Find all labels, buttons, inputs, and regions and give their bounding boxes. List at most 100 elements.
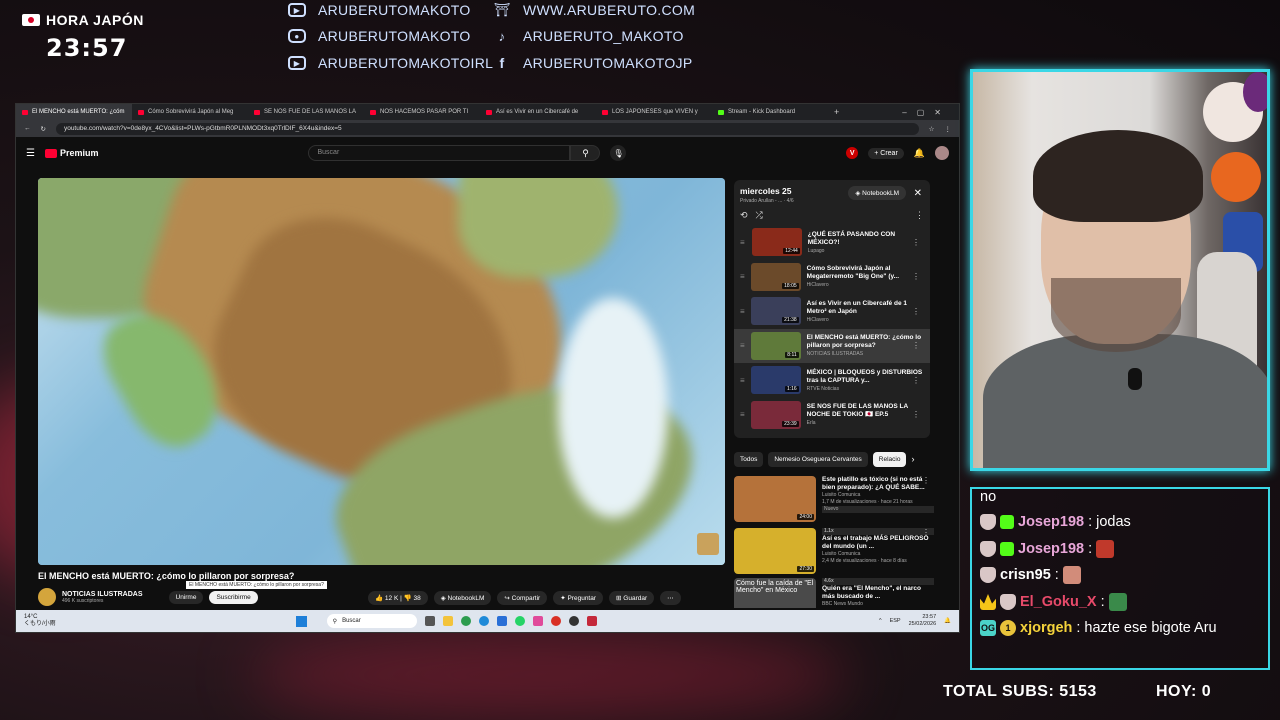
more-icon[interactable]: ⋮: [912, 272, 920, 281]
create-button[interactable]: + Crear: [868, 147, 904, 159]
store-icon[interactable]: [496, 616, 507, 626]
loop-icon[interactable]: ⟲: [740, 210, 748, 221]
url-field[interactable]: youtube.com/watch?v=0de8yx_4CVo&list=PLW…: [55, 122, 919, 135]
more-icon[interactable]: ⋮: [915, 210, 924, 221]
browser-window: El MENCHO está MUERTO: ¿cóm Cómo Sobrevi…: [15, 103, 960, 633]
obs-icon[interactable]: [568, 616, 579, 626]
windows-start-icon[interactable]: [295, 615, 307, 627]
more-icon[interactable]: ⋮: [922, 528, 930, 537]
avatar[interactable]: [935, 146, 949, 160]
taskbar-search[interactable]: ⚲ Buscar: [326, 614, 417, 628]
person-beard: [1051, 278, 1181, 352]
playlist-item[interactable]: ≡ 23:39 SE NOS FUE DE LAS MANOS LA NOCHE…: [740, 398, 924, 433]
ask-button[interactable]: ✦ Preguntar: [553, 591, 604, 605]
playlist-item[interactable]: ≡ 21:38 Así es Vivir en un Cibercafé de …: [740, 294, 924, 329]
subscriber-count: 496 K suscriptores: [62, 597, 104, 604]
drag-handle-icon[interactable]: ≡: [740, 238, 746, 247]
close-icon[interactable]: ✕: [914, 188, 922, 199]
more-icon[interactable]: ⋮: [912, 238, 920, 247]
emote-icon: [1108, 593, 1127, 611]
chat-message: crisn95:: [980, 566, 1081, 584]
drag-handle-icon[interactable]: ≡: [740, 410, 745, 419]
social-youtube: ▶ ARUBERUTOMAKOTO: [288, 2, 471, 18]
youtube-icon: [22, 109, 28, 115]
search-icon[interactable]: ⚲: [570, 145, 601, 161]
reload-icon[interactable]: ↻: [41, 125, 46, 133]
chat-message: Josep198:: [980, 540, 1115, 558]
chrome-icon[interactable]: [550, 616, 561, 626]
tab-tokio[interactable]: SE NOS FUE DE LAS MANOS LA: [248, 104, 364, 120]
back-icon[interactable]: ←: [24, 125, 31, 132]
v-badge-icon[interactable]: V: [846, 147, 859, 159]
notebooklm-button[interactable]: ◈ NotebookLM: [433, 591, 492, 605]
youtube-logo[interactable]: Premium: [44, 148, 98, 158]
more-icon[interactable]: ⋮: [912, 376, 920, 385]
window-controls[interactable]: –▢✕: [902, 108, 959, 117]
tab-pasar[interactable]: NOS HACEMOS PASAR POR TI: [364, 104, 480, 120]
social-youtube-irl: ▶ ARUBERUTOMAKOTOIRL: [288, 55, 493, 71]
tab-japon[interactable]: Cómo Sobrevivirá Japón al Meg: [132, 104, 248, 120]
whatsapp-icon[interactable]: [514, 616, 525, 626]
search-input[interactable]: Buscar: [308, 145, 571, 161]
recommended-video[interactable]: 27:30 1.1x Así es el trabajo MÁS PELIGRO…: [734, 528, 934, 574]
drag-handle-icon[interactable]: ≡: [740, 376, 745, 385]
drag-handle-icon[interactable]: ≡: [740, 341, 745, 350]
more-icon[interactable]: ⋮: [922, 476, 930, 485]
new-tab-icon[interactable]: +: [834, 107, 839, 117]
more-icon[interactable]: ⋮: [912, 410, 920, 419]
tab-mencho[interactable]: El MENCHO está MUERTO: ¿cóm: [16, 104, 132, 120]
playlist-thumb: 8:11: [750, 331, 801, 360]
more-icon[interactable]: ⋮: [912, 341, 920, 350]
subscribe-button[interactable]: Suscribirme: [209, 590, 258, 604]
drag-handle-icon[interactable]: ≡: [740, 307, 745, 316]
star-icon[interactable]: ☆: [929, 125, 935, 133]
chrome-icon[interactable]: [460, 616, 471, 626]
notebooklm-button[interactable]: ◈ NotebookLM: [848, 186, 906, 200]
video-actions: 👍 12 K | 👎 38 ◈ NotebookLM ↪ Compartir ✦…: [368, 591, 681, 605]
chip-todos[interactable]: Todos: [734, 452, 764, 467]
playlist-item[interactable]: ≡ 1:16 MÉXICO | BLOQUEOS y DISTURBIOS tr…: [740, 363, 924, 398]
chevron-right-icon[interactable]: ›: [911, 452, 914, 467]
gift-badge-icon: [1000, 542, 1014, 556]
recommended-video[interactable]: Cómo fue la caída de "El Mencho" en Méxi…: [734, 578, 934, 608]
rec-thumb: Cómo fue la caída de "El Mencho" en Méxi…: [734, 578, 816, 608]
channel-avatar[interactable]: [38, 588, 56, 606]
app-icon[interactable]: [532, 616, 543, 626]
taskview-icon[interactable]: [424, 616, 435, 626]
more-icon[interactable]: ⋯: [660, 591, 681, 605]
playlist-item[interactable]: ≡ 12:44 ¿QUÉ ESTÁ PASANDO CON MÉXICO?! Lu…: [740, 225, 924, 260]
shuffle-icon[interactable]: ⤮: [756, 210, 763, 221]
map-land: [558, 298, 668, 518]
mic-icon[interactable]: 🎙: [610, 145, 627, 161]
tab-kick[interactable]: Stream - Kick Dashboard: [712, 104, 828, 120]
recommended-video[interactable]: 24:00 Este platillo es tóxico (si no est…: [734, 476, 934, 522]
tab-cibercafe[interactable]: Así es Vivir en un Cibercafé de: [480, 104, 596, 120]
join-button[interactable]: Unirme: [168, 590, 204, 604]
channel-name[interactable]: NOTICIAS ILUSTRADAS: [62, 591, 143, 598]
more-icon[interactable]: ⋮: [912, 307, 920, 316]
bell-icon[interactable]: 🔔: [914, 148, 925, 159]
menu-icon[interactable]: ☰: [26, 148, 35, 159]
youtube-icon: [254, 109, 260, 115]
share-button[interactable]: ↪ Compartir: [497, 591, 548, 605]
chat-box: no Josep198: jodas Josep198: crisn95: El…: [970, 487, 1270, 670]
notification-icon[interactable]: 🔔: [944, 618, 951, 624]
video-player[interactable]: [38, 178, 725, 565]
drag-handle-icon[interactable]: ≡: [740, 272, 745, 281]
weather-widget[interactable]: 14°C くもり/小雨: [16, 614, 56, 628]
playlist-item-current[interactable]: ≡ 8:11 El MENCHO está MUERTO: ¿cómo lo p…: [734, 328, 930, 363]
folder-icon[interactable]: [442, 616, 453, 626]
system-tray: ^ ESP 23:57 25/02/2026 🔔: [879, 614, 951, 627]
address-bar: ← ↻ youtube.com/watch?v=0de8yx_4CVo&list…: [16, 120, 959, 137]
chevron-up-icon[interactable]: ^: [879, 618, 882, 624]
chip-nemesio[interactable]: Nemesio Oseguera Cervantes: [768, 452, 868, 467]
playlist-item[interactable]: ≡ 18:05 Cómo Sobrevivirá Japón al Megate…: [740, 260, 924, 295]
save-button[interactable]: ⊞ Guardar: [609, 591, 655, 605]
japan-flag-icon: [22, 14, 40, 26]
edge-icon[interactable]: [478, 616, 489, 626]
app-icon[interactable]: [586, 616, 597, 626]
chip-relacionados[interactable]: Relacio: [872, 452, 907, 467]
tab-japoneses[interactable]: LOS JAPONESES que VIVEN y: [596, 104, 712, 120]
like-button[interactable]: 👍 12 K | 👎 38: [368, 591, 428, 605]
extensions-icon[interactable]: ⋮: [945, 125, 952, 133]
